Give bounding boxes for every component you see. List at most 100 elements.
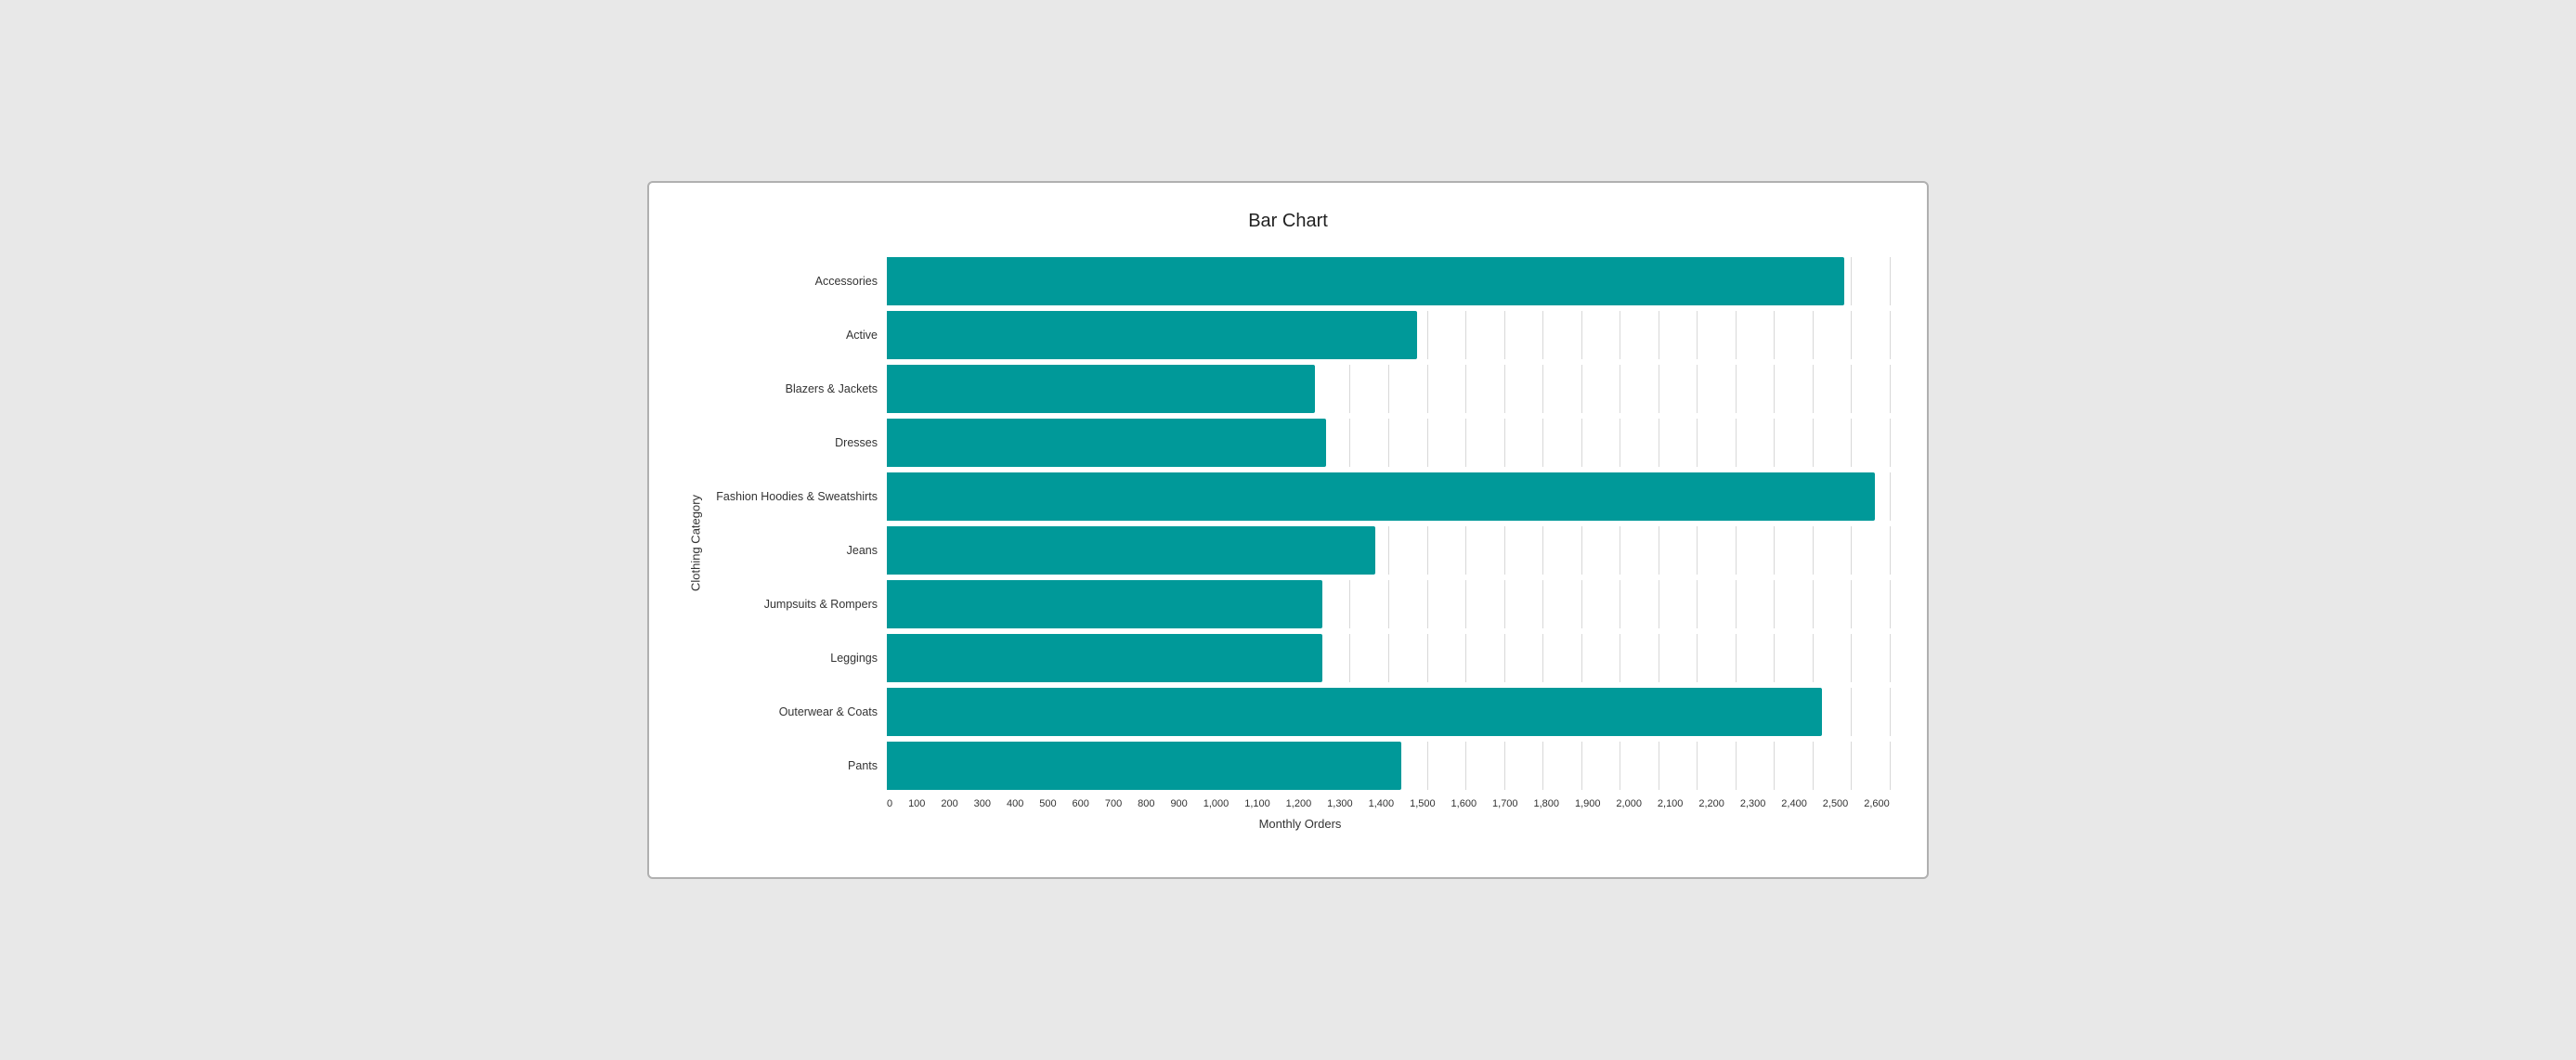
grid-line xyxy=(1851,742,1852,790)
bar-row: Jumpsuits & Rompers xyxy=(710,580,1890,628)
grid-line xyxy=(1542,742,1543,790)
bar-track xyxy=(887,419,1890,467)
grid-line xyxy=(1774,634,1775,682)
grid-line xyxy=(1388,526,1389,575)
grid-line xyxy=(1465,526,1466,575)
grid-line xyxy=(1581,419,1582,467)
bar-label: Blazers & Jackets xyxy=(710,382,887,395)
grid-line xyxy=(1504,419,1505,467)
grid-line xyxy=(1813,365,1814,413)
bar-row: Accessories xyxy=(710,257,1890,305)
x-tick-label: 2,100 xyxy=(1658,798,1684,809)
grid-line xyxy=(1427,419,1428,467)
grid-line xyxy=(1504,742,1505,790)
bar-label: Fashion Hoodies & Sweatshirts xyxy=(710,490,887,503)
grid-line xyxy=(1813,742,1814,790)
bar-fill xyxy=(887,311,1417,359)
grid-line xyxy=(1813,580,1814,628)
grid-line xyxy=(1736,419,1737,467)
grid-line xyxy=(1349,365,1350,413)
x-tick-label: 1,200 xyxy=(1286,798,1312,809)
bar-track xyxy=(887,580,1890,628)
grid-line xyxy=(1504,634,1505,682)
grid-line xyxy=(1697,580,1698,628)
grid-line xyxy=(1349,634,1350,682)
bar-label: Dresses xyxy=(710,436,887,449)
grid-line xyxy=(1349,580,1350,628)
x-tick-label: 700 xyxy=(1105,798,1122,809)
bar-track xyxy=(887,311,1890,359)
grid-line xyxy=(1504,365,1505,413)
bar-row: Active xyxy=(710,311,1890,359)
x-axis-label: Monthly Orders xyxy=(710,817,1890,831)
x-tick-label: 800 xyxy=(1138,798,1154,809)
bars-and-grid: Accessories Active Blazers & Jackets Dresse… xyxy=(710,254,1890,793)
x-tick-label: 1,700 xyxy=(1492,798,1518,809)
grid-line xyxy=(1504,580,1505,628)
x-tick-label: 1,600 xyxy=(1451,798,1477,809)
grid-line xyxy=(1581,311,1582,359)
bar-label: Outerwear & Coats xyxy=(710,705,887,718)
grid-line xyxy=(1697,634,1698,682)
bar-row: Blazers & Jackets xyxy=(710,365,1890,413)
grid-line xyxy=(1851,257,1852,305)
bar-fill xyxy=(887,472,1875,521)
bar-fill xyxy=(887,365,1315,413)
grid-line xyxy=(1427,365,1428,413)
grid-line xyxy=(1581,742,1582,790)
x-tick-label: 2,400 xyxy=(1781,798,1807,809)
bar-track xyxy=(887,688,1890,736)
x-tick-label: 300 xyxy=(974,798,991,809)
grid-line xyxy=(1465,419,1466,467)
bar-label: Accessories xyxy=(710,275,887,288)
bar-row: Leggings xyxy=(710,634,1890,682)
chart-area: Clothing Category AccessoriesActiveBlaze… xyxy=(686,254,1890,831)
bar-track xyxy=(887,257,1890,305)
grid-line xyxy=(1736,742,1737,790)
grid-line xyxy=(1774,419,1775,467)
grid-line xyxy=(1890,742,1891,790)
bar-fill xyxy=(887,257,1844,305)
bar-row: Outerwear & Coats xyxy=(710,688,1890,736)
bar-label: Leggings xyxy=(710,652,887,665)
grid-line xyxy=(1851,419,1852,467)
x-tick-label: 1,800 xyxy=(1533,798,1559,809)
x-tick-label: 200 xyxy=(941,798,957,809)
grid-line xyxy=(1890,526,1891,575)
grid-line xyxy=(1581,365,1582,413)
grid-line xyxy=(1774,365,1775,413)
grid-line xyxy=(1427,580,1428,628)
x-tick-label: 900 xyxy=(1170,798,1187,809)
grid-line xyxy=(1465,580,1466,628)
bar-label: Jumpsuits & Rompers xyxy=(710,598,887,611)
bar-label: Pants xyxy=(710,759,887,772)
grid-line xyxy=(1465,634,1466,682)
grid-line xyxy=(1813,634,1814,682)
bar-track xyxy=(887,634,1890,682)
bar-row: Jeans xyxy=(710,526,1890,575)
bar-row: Dresses xyxy=(710,419,1890,467)
grid-line xyxy=(1890,365,1891,413)
grid-line xyxy=(1388,634,1389,682)
bar-label: Active xyxy=(710,329,887,342)
grid-line xyxy=(1349,419,1350,467)
grid-line xyxy=(1851,580,1852,628)
bar-fill xyxy=(887,742,1401,790)
grid-line xyxy=(1736,634,1737,682)
x-tick-label: 100 xyxy=(908,798,925,809)
grid-line xyxy=(1427,634,1428,682)
grid-line xyxy=(1774,742,1775,790)
grid-line xyxy=(1774,580,1775,628)
bar-fill xyxy=(887,688,1822,736)
bar-track xyxy=(887,526,1890,575)
grid-line xyxy=(1427,526,1428,575)
grid-line xyxy=(1581,580,1582,628)
grid-line xyxy=(1542,634,1543,682)
grid-line xyxy=(1542,580,1543,628)
x-tick-label: 2,600 xyxy=(1864,798,1890,809)
grid-line xyxy=(1851,311,1852,359)
x-tick-label: 1,300 xyxy=(1327,798,1353,809)
bar-track xyxy=(887,742,1890,790)
grid-line xyxy=(1774,526,1775,575)
grid-line xyxy=(1504,311,1505,359)
